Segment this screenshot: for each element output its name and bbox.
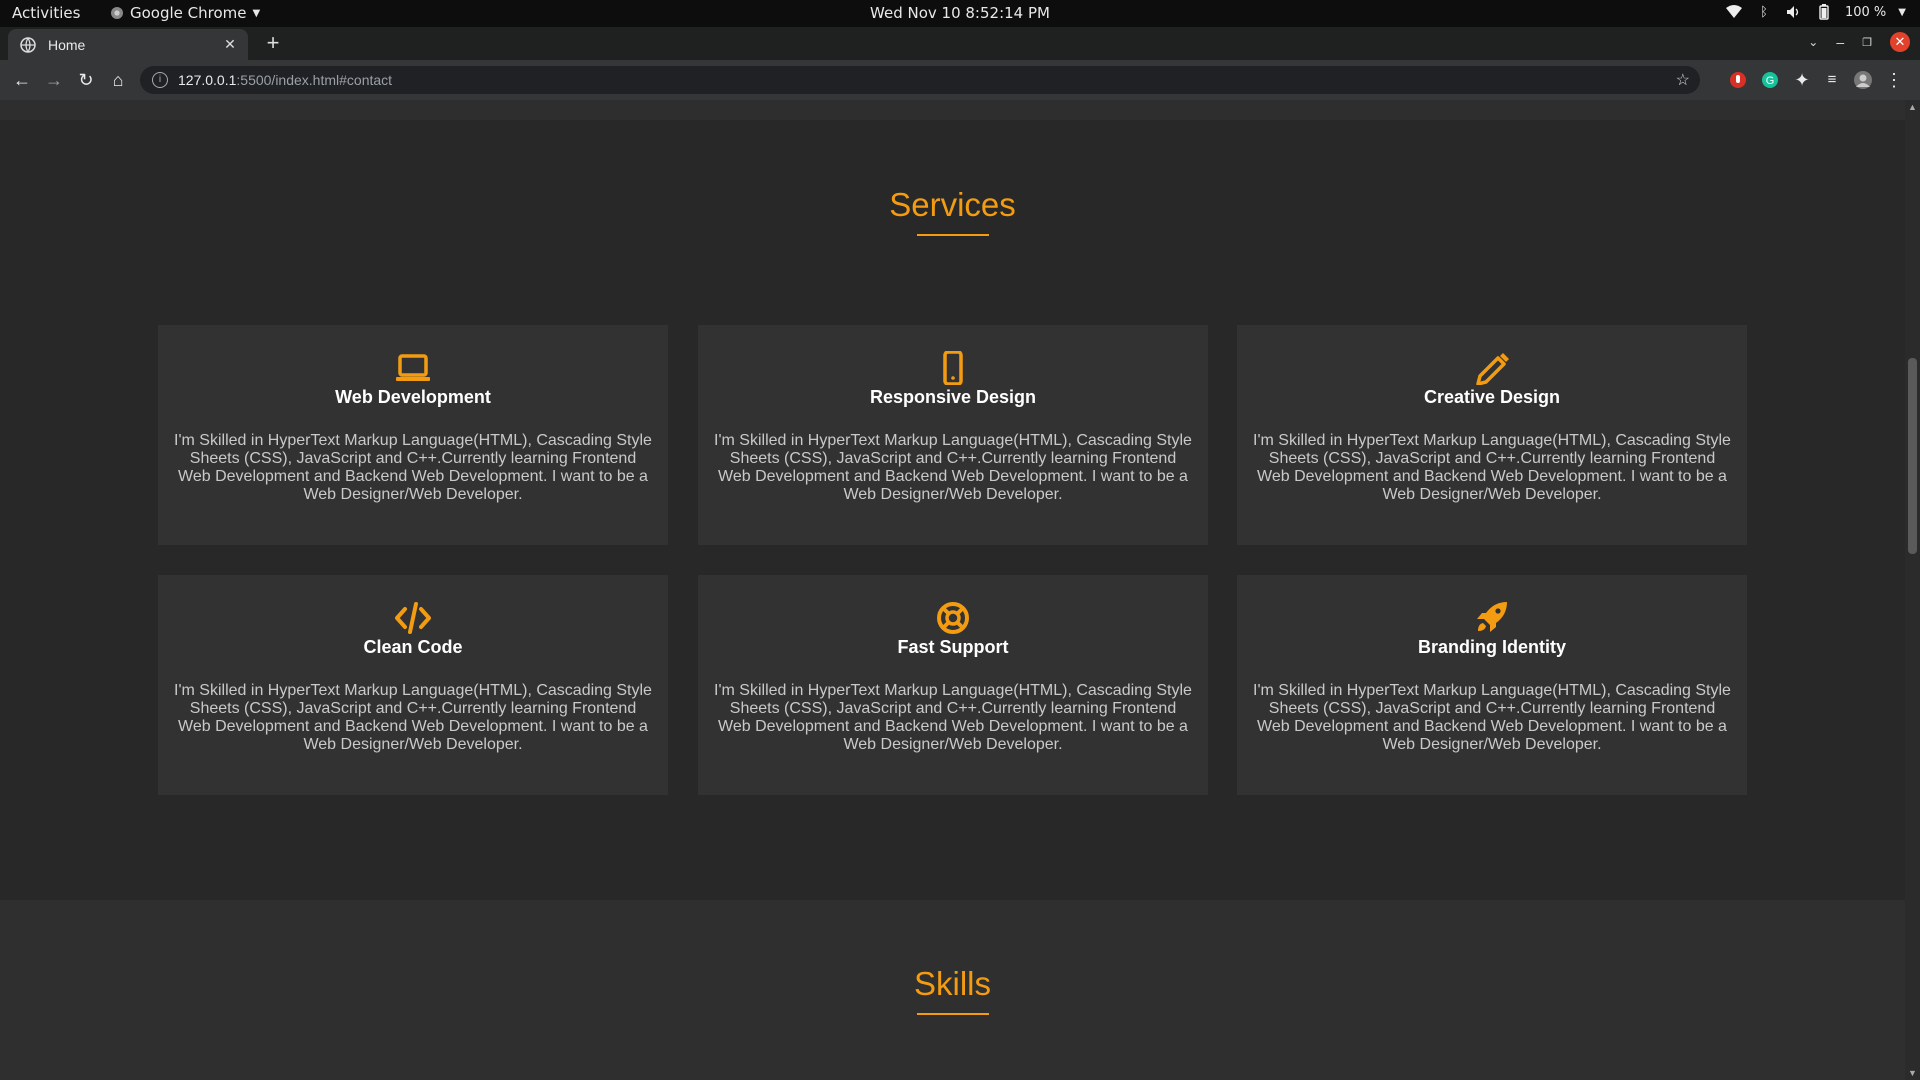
code-icon bbox=[395, 602, 431, 634]
battery-icon bbox=[1815, 3, 1833, 21]
tab-home[interactable]: Home ✕ bbox=[8, 29, 248, 60]
bookmark-star-icon[interactable]: ☆ bbox=[1676, 70, 1690, 90]
forward-icon[interactable]: → bbox=[44, 70, 64, 90]
reload-icon[interactable]: ↻ bbox=[76, 70, 96, 90]
volume-icon bbox=[1785, 3, 1803, 21]
activities-button[interactable]: Activities bbox=[12, 4, 80, 22]
extensions-puzzle-icon[interactable]: ✦ bbox=[1792, 70, 1812, 90]
page-top-strip bbox=[0, 100, 1905, 120]
card-title: Web Development bbox=[335, 387, 491, 407]
service-card: Web Development I'm Skilled in HyperText… bbox=[158, 325, 668, 545]
services-heading: Services bbox=[0, 186, 1905, 236]
chrome-icon bbox=[111, 7, 123, 19]
service-card: Responsive Design I'm Skilled in HyperTe… bbox=[698, 325, 1208, 545]
card-text: I'm Skilled in HyperText Markup Language… bbox=[1253, 682, 1731, 753]
tab-title: Home bbox=[48, 36, 86, 53]
skills-section: Skills bbox=[0, 900, 1905, 1080]
wifi-icon bbox=[1725, 3, 1743, 21]
mobile-icon bbox=[943, 351, 963, 385]
close-window-icon[interactable]: ✕ bbox=[1890, 32, 1910, 52]
media-queue-icon[interactable]: ≡ bbox=[1822, 70, 1842, 90]
system-tray[interactable]: ᛒ 100 % ▼ bbox=[1725, 3, 1906, 21]
service-card: Clean Code I'm Skilled in HyperText Mark… bbox=[158, 575, 668, 795]
card-title: Branding Identity bbox=[1418, 637, 1566, 657]
laptop-icon bbox=[396, 354, 430, 381]
battery-percent: 100 % bbox=[1844, 4, 1887, 20]
card-text: I'm Skilled in HyperText Markup Language… bbox=[174, 682, 652, 753]
tab-search-icon[interactable]: ⌄ bbox=[1808, 35, 1818, 49]
globe-icon bbox=[20, 36, 36, 53]
card-title: Fast Support bbox=[897, 637, 1009, 657]
svg-text:G: G bbox=[1766, 75, 1775, 87]
card-title: Responsive Design bbox=[869, 387, 1037, 407]
bluetooth-icon: ᛒ bbox=[1760, 4, 1768, 20]
clock[interactable]: Wed Nov 10 8:52:14 PM bbox=[870, 4, 1050, 22]
card-text: I'm Skilled in HyperText Markup Language… bbox=[174, 432, 652, 503]
skills-heading: Skills bbox=[0, 965, 1905, 1015]
restore-icon[interactable]: ❐ bbox=[1862, 36, 1872, 49]
minimize-icon[interactable]: – bbox=[1836, 34, 1844, 50]
scroll-down-arrow-icon[interactable]: ▼ bbox=[1905, 1068, 1920, 1078]
chevron-down-icon: ▼ bbox=[1898, 6, 1906, 18]
card-text: I'm Skilled in HyperText Markup Language… bbox=[714, 682, 1192, 753]
system-top-bar: Activities Google Chrome ▼ Wed Nov 10 8:… bbox=[0, 0, 1920, 27]
heading-underline bbox=[916, 234, 989, 236]
service-card: Creative Design I'm Skilled in HyperText… bbox=[1237, 325, 1747, 545]
scroll-up-arrow-icon[interactable]: ▲ bbox=[1905, 102, 1920, 112]
app-name: Google Chrome bbox=[130, 4, 247, 22]
url-text: 127.0.0.1:5500/index.html#contact bbox=[178, 72, 393, 88]
chevron-down-icon: ▼ bbox=[252, 7, 261, 19]
services-section: Services Web Development I'm Skilled in … bbox=[0, 120, 1905, 900]
home-icon[interactable]: ⌂ bbox=[108, 70, 128, 90]
browser-toolbar: ← → ↻ ⌂ i 127.0.0.1:5500/index.html#cont… bbox=[0, 60, 1920, 100]
grammarly-icon[interactable]: G bbox=[1760, 70, 1780, 90]
life-ring-icon bbox=[937, 602, 969, 634]
extension-red-icon[interactable] bbox=[1728, 70, 1748, 90]
close-tab-icon[interactable]: ✕ bbox=[220, 36, 240, 53]
page-scrollbar[interactable]: ▲ ▼ bbox=[1905, 100, 1920, 1080]
back-icon[interactable]: ← bbox=[12, 70, 32, 90]
tab-strip: Home ✕ + ⌄ – ❐ ✕ bbox=[0, 27, 1920, 60]
heading-underline bbox=[916, 1013, 989, 1015]
site-info-icon[interactable]: i bbox=[152, 72, 168, 88]
pencil-icon bbox=[1476, 353, 1509, 385]
service-card: Branding Identity I'm Skilled in HyperTe… bbox=[1237, 575, 1747, 795]
more-menu-icon[interactable]: ⋮ bbox=[1884, 70, 1904, 90]
card-text: I'm Skilled in HyperText Markup Language… bbox=[1253, 432, 1731, 503]
card-title: Creative Design bbox=[1423, 387, 1561, 407]
new-tab-button[interactable]: + bbox=[260, 31, 286, 57]
service-card: Fast Support I'm Skilled in HyperText Ma… bbox=[698, 575, 1208, 795]
address-bar[interactable]: i 127.0.0.1:5500/index.html#contact ☆ bbox=[140, 66, 1700, 94]
app-menu[interactable]: Google Chrome ▼ bbox=[110, 4, 260, 22]
avatar[interactable] bbox=[1853, 70, 1873, 90]
rocket-icon bbox=[1477, 602, 1507, 632]
scrollbar-thumb[interactable] bbox=[1908, 358, 1917, 554]
card-text: I'm Skilled in HyperText Markup Language… bbox=[714, 432, 1192, 503]
card-title: Clean Code bbox=[363, 637, 463, 657]
